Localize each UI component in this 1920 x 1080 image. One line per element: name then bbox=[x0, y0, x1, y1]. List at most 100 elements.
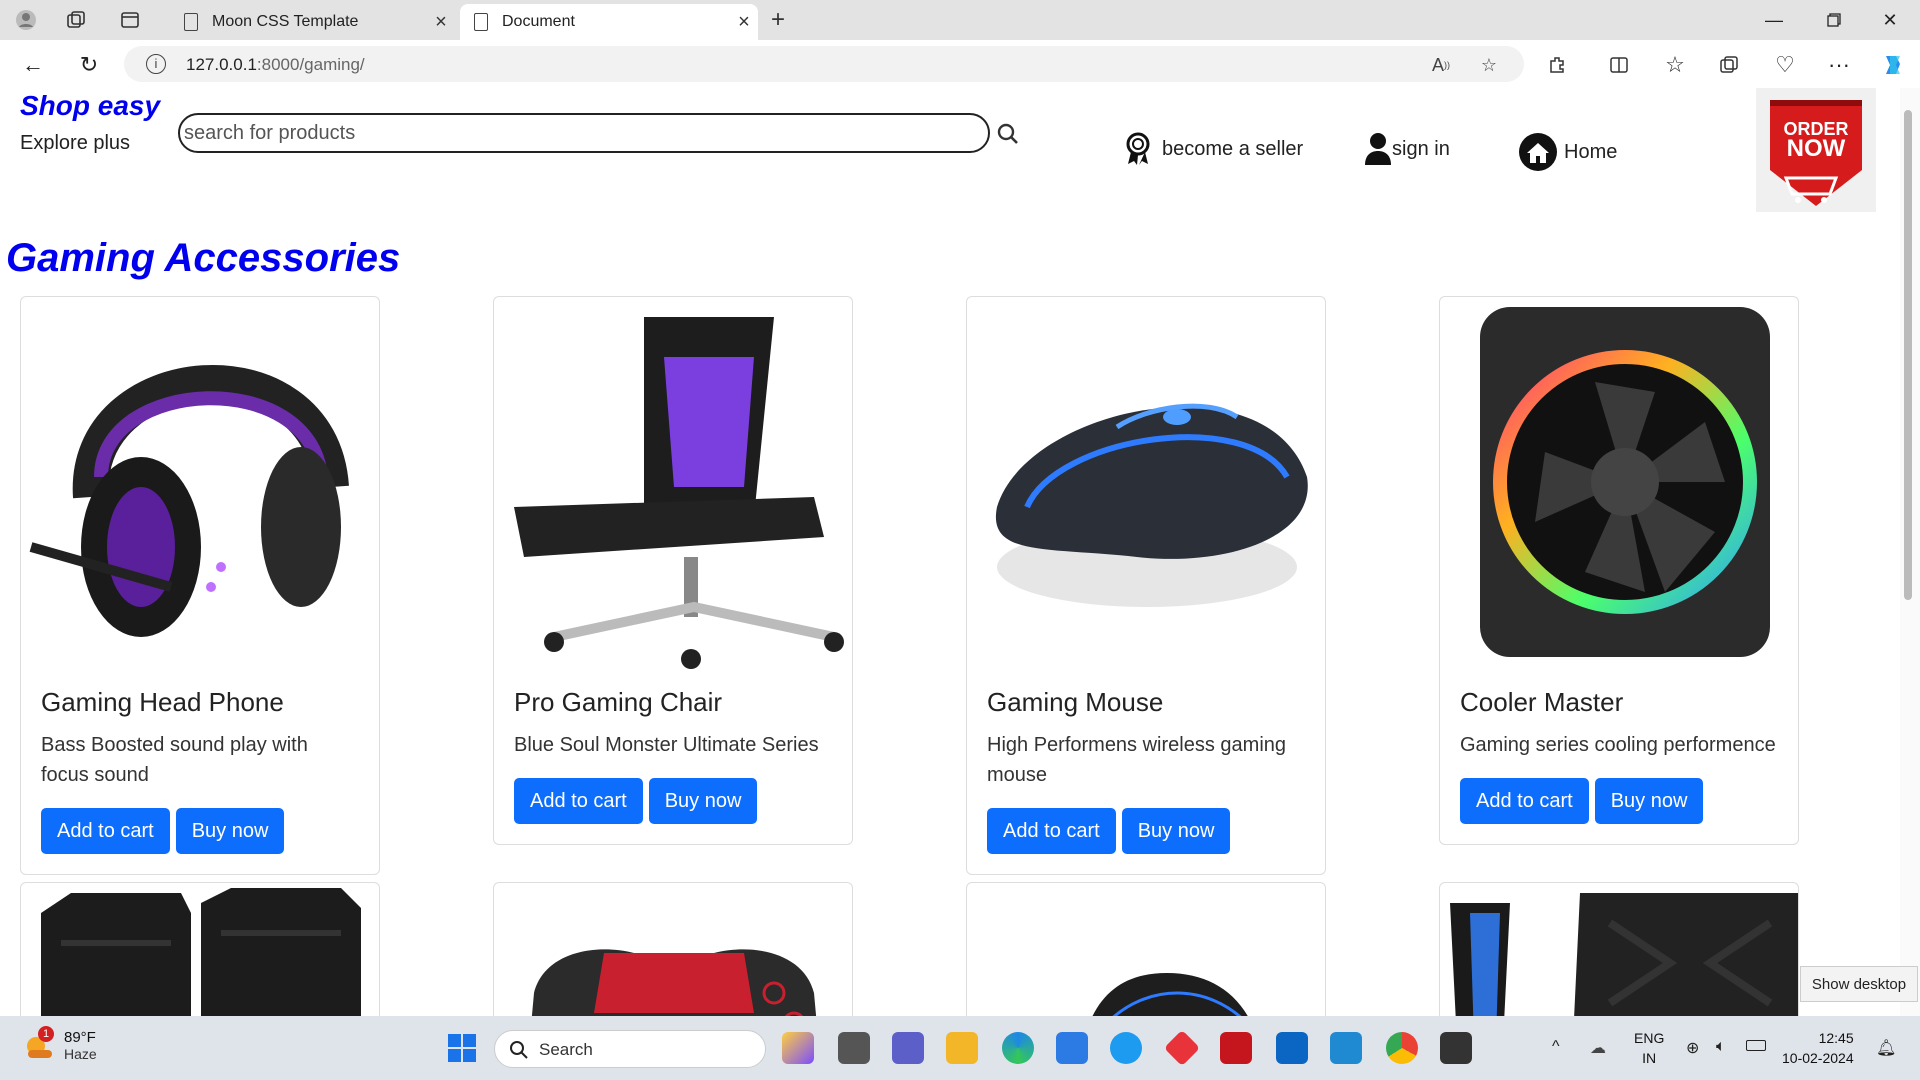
clock-date: 10-02-2024 bbox=[1782, 1050, 1854, 1066]
task-view-icon[interactable] bbox=[838, 1032, 870, 1064]
gaming-mouse-image[interactable] bbox=[967, 297, 1325, 677]
start-icon[interactable] bbox=[446, 1032, 478, 1064]
file-explorer-icon[interactable] bbox=[946, 1032, 978, 1064]
product-description: Bass Boosted sound play with focus sound bbox=[41, 734, 308, 786]
address-bar[interactable]: i 127.0.0.1:8000/gaming/ A)) ☆ bbox=[124, 46, 1524, 82]
product-actions: Add to cart Buy now bbox=[987, 808, 1305, 854]
weather-widget[interactable]: 1 89°F Haze bbox=[22, 1026, 97, 1062]
product-card-partial bbox=[966, 882, 1326, 1016]
gaming-chair-image[interactable] bbox=[494, 297, 852, 677]
close-window-icon[interactable]: ✕ bbox=[1868, 6, 1912, 34]
cloud-icon[interactable]: ☁ bbox=[1590, 1038, 1606, 1058]
collections-icon[interactable] bbox=[1714, 50, 1744, 80]
weather-description: Haze bbox=[64, 1045, 97, 1062]
brand-logo-text[interactable]: Shop easy bbox=[20, 90, 160, 122]
copilot-app-icon[interactable] bbox=[782, 1032, 814, 1064]
console-image[interactable] bbox=[1440, 883, 1799, 1016]
edge-icon[interactable] bbox=[1002, 1032, 1034, 1064]
gaming-device-image[interactable] bbox=[967, 883, 1326, 1016]
sign-in-link[interactable]: sign in bbox=[1364, 132, 1450, 166]
badge-line-2: NOW bbox=[1786, 135, 1846, 162]
become-seller-link[interactable]: become a seller bbox=[1124, 132, 1303, 166]
notification-badge: 1 bbox=[38, 1026, 54, 1042]
read-aloud-icon[interactable]: A)) bbox=[1428, 52, 1454, 78]
linkedin-icon[interactable] bbox=[1276, 1032, 1308, 1064]
add-to-cart-button[interactable]: Add to cart bbox=[514, 778, 643, 824]
notifications-icon[interactable]: 🔔︎ bbox=[1876, 1038, 1896, 1058]
url-text[interactable]: 127.0.0.1:8000/gaming/ bbox=[186, 55, 365, 75]
language-indicator[interactable]: ENG IN bbox=[1634, 1028, 1664, 1068]
battery-icon[interactable] bbox=[1746, 1040, 1766, 1051]
search-icon bbox=[510, 1041, 528, 1059]
product-card: Pro Gaming Chair Blue Soul Monster Ultim… bbox=[493, 296, 853, 845]
headphone-image[interactable] bbox=[21, 297, 379, 677]
web-page: Shop easy Explore plus become a seller s… bbox=[0, 88, 1900, 1016]
page-icon bbox=[184, 13, 198, 31]
browser-essentials-icon[interactable]: ♡ bbox=[1770, 50, 1800, 80]
browser-tab-bar: Moon CSS Template × Document × + — ✕ bbox=[0, 0, 1920, 40]
favorite-star-icon[interactable]: ☆ bbox=[1476, 52, 1502, 78]
weather-icon: 1 bbox=[22, 1026, 56, 1062]
home-link[interactable]: Home bbox=[1518, 132, 1617, 172]
tab-moon-css-template[interactable]: Moon CSS Template × bbox=[170, 4, 455, 40]
mcafee-icon[interactable] bbox=[1220, 1032, 1252, 1064]
product-description: Gaming series cooling performence bbox=[1460, 734, 1776, 756]
taskbar-search[interactable]: Search bbox=[494, 1030, 766, 1068]
order-now-text: ORDER NOW bbox=[1756, 120, 1876, 162]
buy-now-button[interactable]: Buy now bbox=[1594, 778, 1704, 824]
copilot-icon[interactable] bbox=[1878, 50, 1908, 80]
restore-icon[interactable] bbox=[1812, 6, 1856, 34]
product-card: Gaming Mouse High Performens wireless ga… bbox=[966, 296, 1326, 875]
user-icon bbox=[1365, 133, 1391, 165]
new-tab-icon[interactable]: + bbox=[766, 6, 790, 33]
more-menu-icon[interactable]: ··· bbox=[1824, 50, 1854, 80]
favorites-icon[interactable]: ☆ bbox=[1660, 50, 1690, 80]
tab-title: Document bbox=[502, 13, 575, 30]
brand-subtitle: Explore plus bbox=[20, 132, 131, 154]
product-description: Blue Soul Monster Ultimate Series bbox=[514, 734, 819, 756]
controller-image[interactable] bbox=[494, 883, 853, 1016]
close-icon[interactable]: × bbox=[427, 11, 455, 34]
home-icon bbox=[1519, 133, 1557, 171]
terminal-icon[interactable] bbox=[1440, 1032, 1472, 1064]
minimize-icon[interactable]: — bbox=[1752, 6, 1796, 34]
chrome-icon[interactable] bbox=[1386, 1032, 1418, 1064]
search-icon[interactable] bbox=[996, 122, 1020, 146]
search-input[interactable] bbox=[178, 113, 990, 153]
anydesk-icon[interactable] bbox=[1163, 1029, 1201, 1067]
tab-document[interactable]: Document × bbox=[460, 4, 758, 40]
teams-icon[interactable] bbox=[892, 1032, 924, 1064]
url-host: 127.0.0.1 bbox=[186, 55, 257, 74]
add-to-cart-button[interactable]: Add to cart bbox=[41, 808, 170, 854]
page-icon bbox=[474, 13, 488, 31]
chevron-up-icon[interactable]: ^ bbox=[1552, 1038, 1560, 1056]
store-icon[interactable] bbox=[1056, 1032, 1088, 1064]
back-icon[interactable]: ← bbox=[18, 50, 48, 80]
info-icon[interactable]: i bbox=[146, 54, 166, 74]
buy-now-button[interactable]: Buy now bbox=[175, 808, 285, 854]
profile-icon[interactable] bbox=[14, 8, 38, 32]
scrollbar-thumb[interactable] bbox=[1904, 110, 1912, 600]
speakers-image[interactable] bbox=[21, 883, 380, 1016]
add-to-cart-button[interactable]: Add to cart bbox=[987, 808, 1116, 854]
workspaces-icon[interactable] bbox=[64, 8, 88, 32]
system-clock[interactable]: 12:45 10-02-2024 bbox=[1782, 1028, 1854, 1068]
show-desktop-tooltip: Show desktop bbox=[1800, 966, 1918, 1002]
section-title: Gaming Accessories bbox=[6, 236, 401, 280]
help-icon[interactable] bbox=[1110, 1032, 1142, 1064]
cooler-fan-image[interactable] bbox=[1440, 297, 1798, 677]
buy-now-button[interactable]: Buy now bbox=[1121, 808, 1231, 854]
network-icon[interactable]: ⊕ bbox=[1686, 1038, 1699, 1058]
close-icon[interactable]: × bbox=[730, 11, 758, 34]
vscode-icon[interactable] bbox=[1330, 1032, 1362, 1064]
order-now-badge[interactable]: ORDER NOW bbox=[1756, 88, 1876, 212]
product-title: Gaming Head Phone bbox=[41, 687, 284, 717]
refresh-icon[interactable]: ↻ bbox=[74, 50, 104, 80]
extensions-icon[interactable] bbox=[1542, 50, 1572, 80]
buy-now-button[interactable]: Buy now bbox=[648, 778, 758, 824]
tab-actions-icon[interactable] bbox=[118, 8, 142, 32]
add-to-cart-button[interactable]: Add to cart bbox=[1460, 778, 1589, 824]
address-bar-row: ← ↻ i 127.0.0.1:8000/gaming/ A)) ☆ ☆ ♡ ·… bbox=[0, 40, 1920, 88]
split-screen-icon[interactable] bbox=[1604, 50, 1634, 80]
volume-icon[interactable]: 🔈︎ bbox=[1716, 1038, 1726, 1056]
